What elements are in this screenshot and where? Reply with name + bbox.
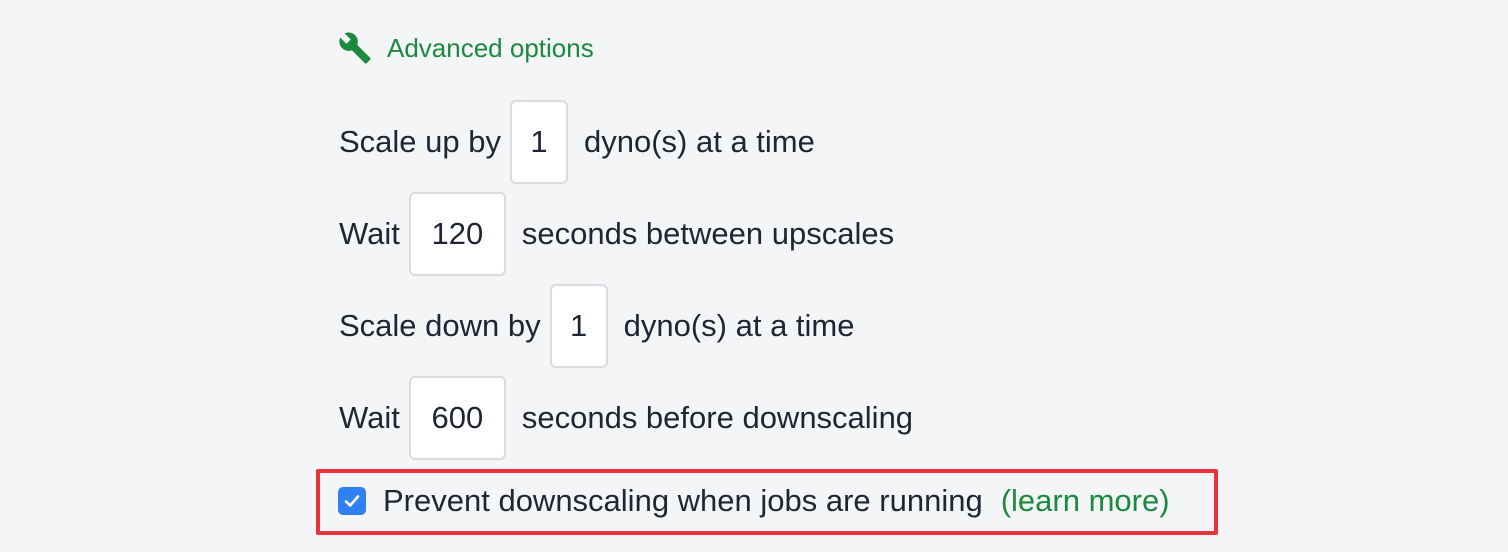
scale-down-prefix: Scale down by [339,308,541,343]
scale-up-prefix: Scale up by [339,124,501,159]
prevent-downscale-row: Prevent downscaling when jobs are runnin… [338,476,1170,526]
upscale-wait-prefix: Wait [339,216,400,251]
downscale-wait-suffix: seconds before downscaling [521,400,914,435]
scale-down-suffix: dyno(s) at a time [623,308,855,343]
scale-down-input[interactable] [549,284,608,368]
upscale-wait-row: Wait seconds between upscales [339,192,894,276]
prevent-downscale-checkbox[interactable] [338,487,366,515]
advanced-options-toggle[interactable]: Advanced options [338,28,594,68]
scale-down-row: Scale down by dyno(s) at a time [339,284,855,368]
scale-up-input[interactable] [510,100,568,184]
prevent-downscale-label[interactable]: Prevent downscaling when jobs are runnin… [383,483,983,519]
checkmark-icon [344,495,360,507]
advanced-options-label: Advanced options [387,32,594,63]
learn-more-link[interactable]: (learn more) [1001,483,1170,519]
downscale-wait-row: Wait seconds before downscaling [339,376,913,460]
scale-up-row: Scale up by dyno(s) at a time [339,100,815,184]
scale-up-suffix: dyno(s) at a time [584,124,815,159]
upscale-wait-suffix: seconds between upscales [521,216,895,251]
upscale-wait-input[interactable] [408,192,506,276]
downscale-wait-input[interactable] [408,376,506,460]
wrench-icon [338,31,372,65]
downscale-wait-prefix: Wait [339,400,400,435]
